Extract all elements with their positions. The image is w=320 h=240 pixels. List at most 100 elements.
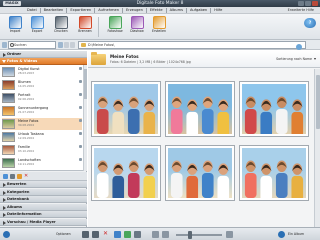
folder-item[interactable]: Landschaften 19.11.2004 xyxy=(2,157,82,169)
menu-item-aufgaben[interactable]: Aufgaben xyxy=(189,7,208,14)
folder-item[interactable]: Urlaub Toskana 12.09.2004 xyxy=(2,131,82,143)
album-label[interactable]: Ein Album xyxy=(288,231,304,238)
menu-item-datei[interactable]: Datei xyxy=(26,7,38,14)
tool-diashow-button[interactable]: Diashow xyxy=(126,16,148,39)
section-photos-videos[interactable]: Fotos & Videos xyxy=(0,58,87,65)
menu-item-aufnehmen[interactable]: Aufnehmen xyxy=(97,7,120,14)
folder-thumbnail xyxy=(2,93,15,103)
scrollbar-thumb[interactable] xyxy=(84,69,87,99)
nav-forward-icon[interactable] xyxy=(64,42,69,48)
photo-thumbnail[interactable] xyxy=(91,145,161,201)
search-field[interactable]: Suchen xyxy=(8,41,56,49)
add-folder-icon[interactable] xyxy=(3,174,8,179)
collapse-arrow-icon xyxy=(3,190,6,195)
folder-thumbnail xyxy=(2,132,15,142)
scrollbar-thumb[interactable] xyxy=(316,75,320,129)
section-bewerten[interactable]: Bewerten xyxy=(0,181,87,188)
section-albums[interactable]: Albums xyxy=(0,203,87,211)
menu-item-hilfe[interactable]: Hilfe xyxy=(213,7,223,14)
person-body xyxy=(291,175,304,198)
folder-flag-icon xyxy=(79,132,82,135)
folder-item[interactable]: Blumen 14.05.2004 xyxy=(2,79,82,91)
view-list-icon[interactable] xyxy=(152,231,159,238)
left-panel: Ordner Fotos & Videos Digital Kunst 28.03… xyxy=(0,51,87,227)
person-body xyxy=(186,111,199,134)
delete-icon[interactable]: ✕ xyxy=(103,230,108,237)
zoom-slider-handle[interactable] xyxy=(188,231,192,239)
album-icon[interactable] xyxy=(278,231,285,238)
folder-title: Meine Fotos xyxy=(110,54,139,59)
tool-export-button[interactable]: Export xyxy=(26,16,48,39)
import-icon xyxy=(8,16,22,29)
section-label: Kategorien xyxy=(7,189,30,194)
tool-brennen-button[interactable]: Brennen xyxy=(74,16,96,39)
rotate-left-icon[interactable] xyxy=(82,231,89,238)
folder-info: Fotos: 6 Dateien | 3,2 MB | 6 Bilder | 1… xyxy=(110,60,191,64)
section-datenbank[interactable]: Datenbank xyxy=(0,196,87,204)
folder-item[interactable]: Portrait 02.06.2004 xyxy=(2,92,82,104)
rotate-right-icon[interactable] xyxy=(92,231,99,238)
person-body xyxy=(244,173,257,198)
back-icon[interactable] xyxy=(2,42,7,48)
section-folders[interactable]: Ordner xyxy=(0,51,87,58)
sort-dropdown[interactable]: Sortierung nach Name xyxy=(276,57,316,61)
menu-separator xyxy=(94,8,96,13)
tool-import-button[interactable]: Import xyxy=(4,16,26,39)
zoom-in-icon[interactable] xyxy=(226,231,233,238)
tool-drucken-button[interactable]: Drucken xyxy=(50,16,72,39)
photo-thumbnail[interactable] xyxy=(165,145,235,201)
folder-list-scrollbar[interactable] xyxy=(83,65,87,171)
minimize-button[interactable] xyxy=(298,1,304,6)
section-label: Albums xyxy=(7,204,23,209)
collapse-arrow-icon xyxy=(3,183,6,187)
photo-thumbnail[interactable] xyxy=(239,145,309,201)
person-body xyxy=(143,175,156,198)
photo-thumbnail[interactable] xyxy=(239,81,309,137)
create-icon xyxy=(152,16,166,29)
close-button[interactable] xyxy=(312,1,318,6)
print-icon[interactable] xyxy=(134,231,141,238)
nav-up-icon[interactable] xyxy=(70,42,75,48)
section-label: Dateiinformation xyxy=(7,212,42,217)
menu-items: Datei Bearbeiten Exportieren Aufnehmen Erzeu… xyxy=(26,7,223,14)
folder-info-bar: Meine Fotos Fotos: 6 Dateien | 3,2 MB | … xyxy=(88,51,320,68)
tool-erstellen-button[interactable]: Erstellen xyxy=(148,16,170,39)
edit-icon[interactable] xyxy=(114,231,121,238)
section-label: Vorschau / Media Player xyxy=(7,220,56,224)
menu-item-bearbeiten[interactable]: Bearbeiten xyxy=(43,7,65,14)
nav-back-icon[interactable] xyxy=(58,42,63,48)
move-icon[interactable] xyxy=(17,174,22,179)
photo-thumbnail[interactable] xyxy=(91,81,161,137)
menu-item-erzeugen[interactable]: Erzeugen xyxy=(125,7,144,14)
maximize-button[interactable] xyxy=(305,1,311,6)
photo-grid-scrollbar[interactable] xyxy=(314,69,320,227)
menu-separator xyxy=(145,8,147,13)
folder-item[interactable]: Sonnenuntergang 21.07.2004 xyxy=(2,105,82,117)
photo-thumbnail[interactable] xyxy=(165,81,235,137)
photo-image xyxy=(94,148,158,198)
folder-item[interactable]: Familie 03.10.2004 xyxy=(2,144,82,156)
section-vorschau-media-player[interactable]: Vorschau / Media Player xyxy=(0,219,87,226)
go-icon[interactable] xyxy=(296,44,302,50)
slideshow-icon xyxy=(108,16,122,29)
section-dateiinformation[interactable]: Dateiinformation xyxy=(0,211,87,219)
advanced-help-link[interactable]: Erweiterte Hilfe xyxy=(288,7,314,14)
delete-icon[interactable]: ✕ xyxy=(24,173,28,179)
target-icon[interactable] xyxy=(3,231,10,238)
section-kategorien[interactable]: Kategorien xyxy=(0,188,87,196)
help-icon[interactable]: ? xyxy=(304,18,316,28)
tool-fotoshow-button[interactable]: Fotoshow xyxy=(104,16,126,39)
menu-item-exportieren[interactable]: Exportieren xyxy=(69,7,92,14)
refresh-icon[interactable] xyxy=(10,174,15,179)
toolbar-divider xyxy=(98,17,99,37)
options-label[interactable]: Optionen xyxy=(56,231,71,238)
menu-item-effekte[interactable]: Effekte xyxy=(149,7,164,14)
slideshow-icon[interactable] xyxy=(124,231,131,238)
view-grid-icon[interactable] xyxy=(162,231,169,238)
zoom-slider[interactable] xyxy=(176,234,222,236)
folder-item[interactable]: Meine Fotos 30.08.2004 xyxy=(2,118,82,130)
path-field[interactable]: D:\Meine Fotos\ xyxy=(78,41,306,50)
folder-item[interactable]: Digital Kunst 28.03.2003 xyxy=(2,66,82,78)
menu-item-albums[interactable]: Albums xyxy=(169,7,184,14)
menu-separator xyxy=(210,8,212,13)
